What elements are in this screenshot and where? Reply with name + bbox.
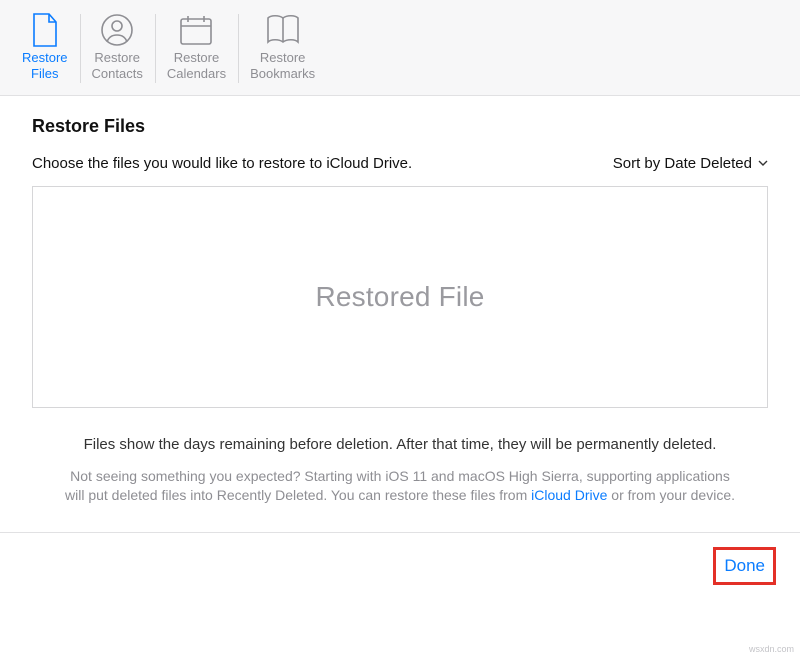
bookmarks-icon	[265, 12, 301, 48]
done-highlight-box: Done	[713, 547, 776, 585]
sort-label: Sort by Date Deleted	[613, 155, 752, 172]
tab-restore-bookmarks[interactable]: Restore Bookmarks	[238, 8, 327, 89]
tab-label-line1: Restore	[260, 50, 306, 65]
tab-label-line1: Restore	[174, 50, 220, 65]
help-hint-part-b: or from your device.	[607, 487, 735, 503]
chevron-down-icon	[758, 160, 768, 166]
tab-label-line1: Restore	[22, 50, 68, 65]
footer: Done	[0, 533, 800, 599]
tab-restore-calendars[interactable]: Restore Calendars	[155, 8, 238, 89]
file-icon	[31, 12, 59, 48]
done-button[interactable]: Done	[724, 556, 765, 576]
tab-label-line2: Calendars	[167, 66, 226, 81]
watermark: wsxdn.com	[749, 644, 794, 654]
restore-file-list[interactable]: Restored File	[32, 186, 768, 408]
restored-file-placeholder: Restored File	[315, 281, 484, 313]
sort-dropdown[interactable]: Sort by Date Deleted	[613, 155, 768, 172]
tab-bar: Restore Files Restore Contacts	[0, 0, 800, 96]
deletion-hint: Files show the days remaining before del…	[32, 436, 768, 453]
page-title: Restore Files	[32, 116, 768, 137]
tab-restore-contacts[interactable]: Restore Contacts	[80, 8, 155, 89]
icloud-drive-link[interactable]: iCloud Drive	[531, 487, 607, 503]
content-area: Restore Files Choose the files you would…	[0, 96, 800, 526]
tab-label-line2: Contacts	[92, 66, 143, 81]
instruction-text: Choose the files you would like to resto…	[32, 155, 412, 172]
calendar-icon	[179, 12, 213, 48]
tab-label-line1: Restore	[94, 50, 140, 65]
tab-restore-files[interactable]: Restore Files	[10, 8, 80, 89]
contact-icon	[100, 12, 134, 48]
tab-label-line2: Bookmarks	[250, 66, 315, 81]
help-hint: Not seeing something you expected? Start…	[32, 467, 768, 526]
tab-label-line2: Files	[31, 66, 58, 81]
